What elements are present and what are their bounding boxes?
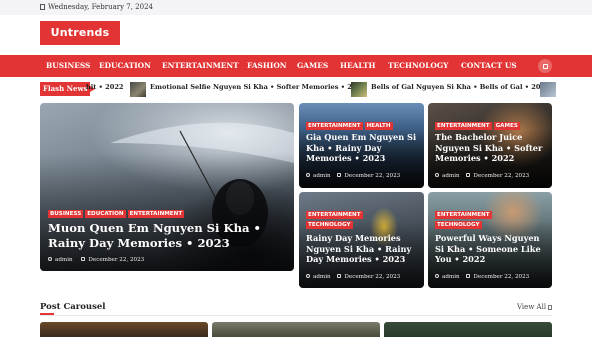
user-icon (435, 274, 439, 278)
post-date: December 22, 2023 (344, 173, 401, 179)
nav-item-education[interactable]: EDUCATION (99, 55, 151, 77)
section-accent (40, 313, 54, 315)
category-badge[interactable]: ENTERTAINMENT (435, 122, 492, 130)
calendar-icon (466, 274, 471, 278)
post-date: December 22, 2023 (473, 274, 530, 280)
post-card[interactable]: ENTERTAINMENT TECHNOLOGY Rainy Day Memor… (299, 192, 424, 288)
post-meta: admin December 22, 2023 (306, 173, 400, 179)
author-name[interactable]: admin (442, 274, 460, 280)
carousel-thumbnail[interactable] (212, 322, 380, 337)
author-name[interactable]: admin (55, 257, 73, 263)
author-name[interactable]: admin (313, 274, 331, 280)
user-icon (306, 274, 310, 278)
nav-item-technology[interactable]: TECHNOLOGY (388, 55, 448, 77)
ticker-thumbnail[interactable] (351, 82, 367, 97)
section-title: Post Carousel (40, 302, 106, 312)
post-categories: ENTERTAINMENT TECHNOLOGY (306, 211, 363, 229)
post-card[interactable]: ENTERTAINMENT TECHNOLOGY Powerful Ways N… (428, 192, 552, 288)
ticker-thumbnail[interactable] (130, 82, 146, 97)
calendar-icon (466, 173, 471, 177)
post-title[interactable]: Gia Quen Em Nguyen Si Kha • Rainy Day Me… (306, 132, 418, 164)
search-icon[interactable] (538, 59, 552, 73)
section-divider (40, 315, 552, 316)
post-card[interactable]: ENTERTAINMENT GAMES The Bachelor Juice N… (428, 103, 552, 188)
current-date: Wednesday, February 7, 2024 (48, 3, 153, 11)
post-title[interactable]: The Bachelor Juice Nguyen Si Kha • Softe… (435, 132, 547, 164)
category-badge[interactable]: ENTERTAINMENT (306, 211, 363, 219)
category-badge[interactable]: EDUCATION (85, 210, 126, 218)
ticker-item[interactable]: Bells of Gal Nguyen Si Kha • Bells of Ga… (371, 83, 550, 91)
top-bar: Wednesday, February 7, 2024 (0, 0, 592, 15)
nav-item-fashion[interactable]: FASHION (247, 55, 287, 77)
calendar-icon (337, 274, 342, 278)
hero-title[interactable]: Muon Quen Em Nguyen Si Kha • Rainy Day M… (48, 221, 288, 251)
post-meta: admin December 22, 2023 (306, 274, 400, 280)
ticker-item[interactable]: Emotional Selfie Nguyen Si Kha • Softer … (150, 83, 366, 91)
hero-post-card[interactable]: BUSINESS EDUCATION ENTERTAINMENT Muon Qu… (40, 103, 294, 271)
user-icon (48, 257, 52, 261)
post-date: December 22, 2023 (88, 257, 145, 263)
view-all-link[interactable]: View All (517, 303, 553, 311)
ticker-thumbnail[interactable] (540, 82, 556, 97)
flash-news-ticker: Flash News hit • 2022 Emotional Selfie N… (0, 77, 592, 103)
calendar-icon (337, 173, 342, 177)
site-logo[interactable]: Untrends (40, 21, 120, 45)
category-badge[interactable]: ENTERTAINMENT (127, 210, 185, 218)
arrow-icon (548, 305, 553, 310)
category-badge[interactable]: HEALTH (364, 122, 393, 130)
post-meta: admin December 22, 2023 (435, 173, 529, 179)
post-card[interactable]: ENTERTAINMENT HEALTH Gia Quen Em Nguyen … (299, 103, 424, 188)
user-icon (306, 173, 310, 177)
category-badge[interactable]: TECHNOLOGY (306, 221, 353, 229)
post-meta: admin December 22, 2023 (435, 274, 529, 280)
post-title[interactable]: Powerful Ways Nguyen Si Kha • Someone Li… (435, 233, 547, 265)
ticker-item[interactable]: hit • 2022 (86, 83, 124, 91)
calendar-icon (40, 4, 45, 10)
view-all-label: View All (517, 303, 547, 311)
nav-item-entertainment[interactable]: ENTERTAINMENT (162, 55, 239, 77)
nav-item-health[interactable]: HEALTH (340, 55, 375, 77)
category-badge[interactable]: TECHNOLOGY (435, 221, 482, 229)
author-name[interactable]: admin (442, 173, 460, 179)
flash-news-label: Flash News (40, 82, 96, 96)
post-categories: ENTERTAINMENT GAMES (435, 122, 520, 130)
user-icon (435, 173, 439, 177)
hero-categories: BUSINESS EDUCATION ENTERTAINMENT (48, 210, 185, 218)
calendar-icon (81, 257, 86, 261)
carousel-thumbnail[interactable] (40, 322, 208, 337)
post-date: December 22, 2023 (344, 274, 401, 280)
carousel-thumbnail[interactable] (384, 322, 552, 337)
post-title[interactable]: Rainy Day Memories Nguyen Si Kha • Rainy… (306, 233, 418, 265)
post-categories: ENTERTAINMENT HEALTH (306, 122, 393, 130)
category-badge[interactable]: BUSINESS (48, 210, 84, 218)
category-badge[interactable]: ENTERTAINMENT (306, 122, 363, 130)
hero-meta: admin December 22, 2023 (48, 257, 144, 263)
main-nav: BUSINESS EDUCATION ENTERTAINMENT FASHION… (0, 55, 592, 77)
category-badge[interactable]: ENTERTAINMENT (435, 211, 492, 219)
author-name[interactable]: admin (313, 173, 331, 179)
category-badge[interactable]: GAMES (493, 122, 520, 130)
nav-item-games[interactable]: GAMES (297, 55, 328, 77)
nav-item-business[interactable]: BUSINESS (46, 55, 90, 77)
post-date: December 22, 2023 (473, 173, 530, 179)
brand-header: Untrends (0, 15, 592, 55)
nav-item-contact-us[interactable]: CONTACT US (461, 55, 517, 77)
post-categories: ENTERTAINMENT TECHNOLOGY (435, 211, 492, 229)
